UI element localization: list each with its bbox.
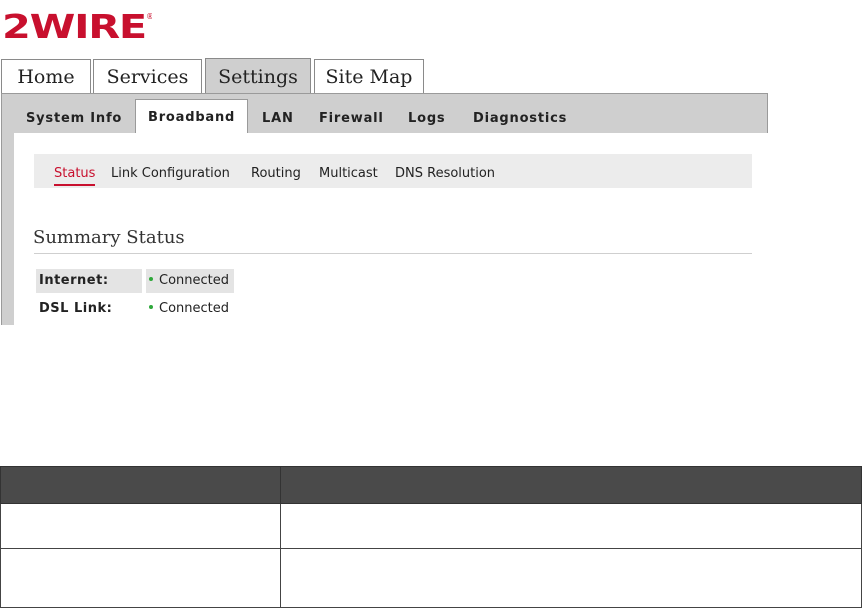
subnav-routing[interactable]: Routing <box>251 166 301 181</box>
subtab-diagnostics[interactable]: Diagnostics <box>473 111 567 126</box>
tab-home[interactable]: Home <box>1 59 91 93</box>
section-title: Summary Status <box>33 227 185 248</box>
table-cell <box>280 503 862 549</box>
table-cell <box>280 548 862 608</box>
status-dot-icon <box>149 304 153 309</box>
status-label: DSL Link: <box>39 301 113 316</box>
status-text: Connected <box>159 301 230 316</box>
table-header-row <box>0 466 862 504</box>
table-header-cell <box>280 466 862 504</box>
table-cell <box>0 503 281 549</box>
status-label: Internet: <box>36 269 142 293</box>
subtab-system-info[interactable]: System Info <box>26 111 122 126</box>
table-cell <box>0 548 281 608</box>
tab-services[interactable]: Services <box>93 59 202 93</box>
tab-site-map[interactable]: Site Map <box>314 59 424 93</box>
broadband-subnav: Status Link Configuration Routing Multic… <box>34 154 752 188</box>
lower-table <box>0 466 862 608</box>
status-dot-icon <box>149 276 153 281</box>
subnav-status[interactable]: Status <box>54 166 96 186</box>
registered-mark: ® <box>146 12 152 21</box>
subtab-lan[interactable]: LAN <box>262 111 294 126</box>
table-header-cell <box>0 466 281 504</box>
subtab-firewall[interactable]: Firewall <box>319 111 384 126</box>
section-divider <box>34 253 752 254</box>
subtab-broadband[interactable]: Broadband <box>135 99 249 134</box>
status-value: Connected <box>146 269 234 293</box>
table-row <box>0 503 862 549</box>
subtab-logs[interactable]: Logs <box>408 111 445 126</box>
2wire-logo: 2WIRE ® <box>2 9 152 43</box>
table-row <box>0 548 862 608</box>
status-value: Connected <box>146 297 234 321</box>
subnav-multicast[interactable]: Multicast <box>319 166 378 181</box>
status-text: Connected <box>159 273 230 288</box>
logo-text: 2WIRE <box>2 9 146 43</box>
tab-settings[interactable]: Settings <box>205 58 311 94</box>
subnav-link-configuration[interactable]: Link Configuration <box>111 166 230 181</box>
settings-panel: System Info Broadband LAN Firewall Logs … <box>1 93 769 326</box>
subnav-dns-resolution[interactable]: DNS Resolution <box>395 166 495 181</box>
